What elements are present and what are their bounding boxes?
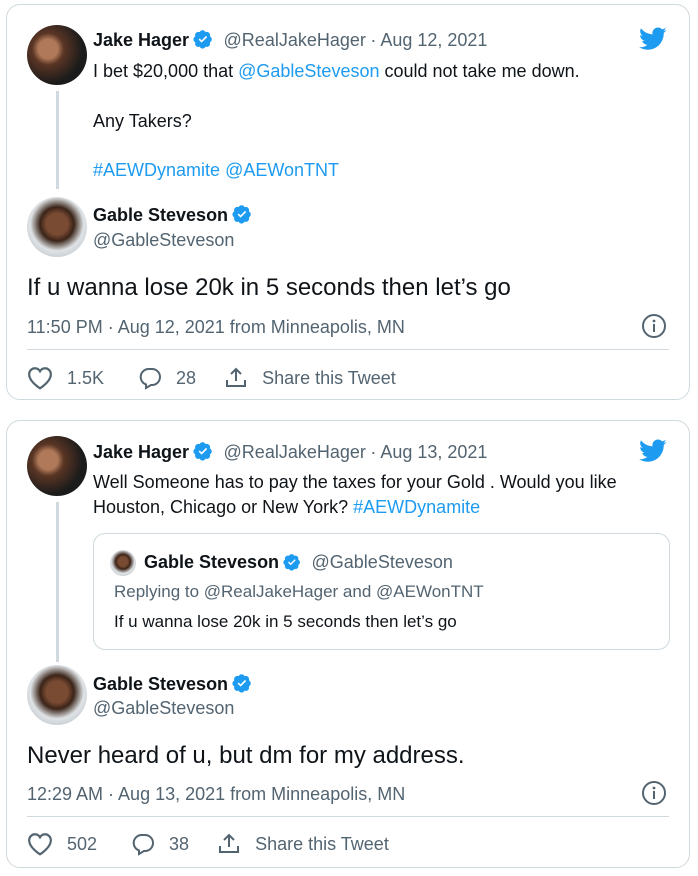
verified-badge-icon <box>232 204 252 229</box>
author-name[interactable]: Gable Steveson <box>93 205 228 225</box>
tweet-card-1: Jake Hager @RealJakeHager · Aug 12, 2021… <box>6 4 690 400</box>
action-bar: 502 38 Share this Tweet <box>27 829 389 859</box>
hashtag-link[interactable]: #AEWDynamite <box>353 497 480 517</box>
tweet-card-2: Jake Hager @RealJakeHager · Aug 13, 2021… <box>6 420 690 868</box>
avatar-jake-hager[interactable] <box>27 25 87 85</box>
quoted-tweet[interactable]: Gable Steveson @GableSteveson Replying t… <box>93 533 670 650</box>
thread-line <box>56 502 59 662</box>
reply-header: Gable Steveson <box>93 204 252 229</box>
verified-badge-icon <box>193 441 213 466</box>
quoted-header: Gable Steveson @GableSteveson <box>144 552 453 576</box>
verified-badge-icon <box>232 673 252 698</box>
tweet-timestamp[interactable]: 12:29 AM · Aug 13, 2021 from Minneapolis… <box>27 784 405 805</box>
replying-to: Replying to @RealJakeHager and @AEWonTNT <box>114 582 484 601</box>
author-name[interactable]: Jake Hager <box>93 442 189 462</box>
twitter-bird-icon[interactable] <box>639 439 667 468</box>
info-icon[interactable] <box>641 780 667 811</box>
like-icon[interactable] <box>27 832 53 856</box>
action-bar: 1.5K 28 Share this Tweet <box>27 363 396 393</box>
tweet-header: Jake Hager @RealJakeHager · Aug 12, 2021 <box>93 29 487 54</box>
quoted-text: If u wanna lose 20k in 5 seconds then le… <box>114 612 457 631</box>
author-handle[interactable]: @GableSteveson <box>93 698 234 719</box>
like-count[interactable]: 502 <box>67 834 97 855</box>
thread-line <box>56 91 59 189</box>
author-name[interactable]: Gable Steveson <box>93 674 228 694</box>
reply-header: Gable Steveson <box>93 673 252 698</box>
reply-icon[interactable] <box>138 366 162 390</box>
tweet-text-line-2: Houston, Chicago or New York? #AEWDynami… <box>93 497 480 518</box>
author-handle[interactable]: @RealJakeHager <box>224 30 366 50</box>
like-count[interactable]: 1.5K <box>67 368 104 389</box>
tweet-text-line-2: Any Takers? <box>93 111 192 131</box>
twitter-bird-icon[interactable] <box>639 27 667 56</box>
verified-badge-icon <box>283 553 301 576</box>
quoted-author-name: Gable Steveson <box>144 552 280 572</box>
verified-badge-icon <box>193 29 213 54</box>
avatar-jake-hager[interactable] <box>27 436 87 496</box>
tweet-text: Houston, Chicago or New York? <box>93 497 354 517</box>
hashtag-link[interactable]: #AEWDynamite <box>93 160 220 180</box>
quoted-avatar <box>110 550 136 576</box>
share-tweet-button[interactable]: Share this Tweet <box>262 368 396 389</box>
share-icon[interactable] <box>224 366 248 390</box>
tweet-text-line-1: Well Someone has to pay the taxes for yo… <box>93 472 617 492</box>
divider <box>27 816 669 817</box>
author-handle[interactable]: @GableSteveson <box>93 230 234 251</box>
tweet-header: Jake Hager @RealJakeHager · Aug 13, 2021 <box>93 441 487 466</box>
tweet-text-line-3: #AEWDynamite @AEWonTNT <box>93 160 339 181</box>
mention-link[interactable]: @AEWonTNT <box>225 160 339 180</box>
divider <box>27 349 669 350</box>
reply-count[interactable]: 38 <box>169 834 189 855</box>
mention-link[interactable]: @GableSteveson <box>238 61 379 81</box>
author-name[interactable]: Jake Hager <box>93 30 189 50</box>
author-handle[interactable]: @RealJakeHager <box>224 442 366 462</box>
like-icon[interactable] <box>27 366 53 390</box>
reply-count[interactable]: 28 <box>176 368 196 389</box>
tweet-date[interactable]: · Aug 12, 2021 <box>370 30 487 50</box>
reply-text: Never heard of u, but dm for my address. <box>27 742 465 769</box>
share-icon[interactable] <box>217 832 241 856</box>
reply-text: If u wanna lose 20k in 5 seconds then le… <box>27 274 511 301</box>
avatar-gable-steveson[interactable] <box>27 197 87 257</box>
tweet-timestamp[interactable]: 11:50 PM · Aug 12, 2021 from Minneapolis… <box>27 317 405 338</box>
avatar-gable-steveson[interactable] <box>27 665 87 725</box>
tweet-text: could not take me down. <box>379 61 580 81</box>
quoted-author-handle: @GableSteveson <box>311 552 453 572</box>
tweet-date[interactable]: · Aug 13, 2021 <box>370 442 487 462</box>
info-icon[interactable] <box>641 313 667 344</box>
tweet-text-line-1: I bet $20,000 that @GableSteveson could … <box>93 61 580 82</box>
share-tweet-button[interactable]: Share this Tweet <box>255 834 389 855</box>
reply-icon[interactable] <box>131 832 155 856</box>
tweet-text: I bet $20,000 that <box>93 61 239 81</box>
